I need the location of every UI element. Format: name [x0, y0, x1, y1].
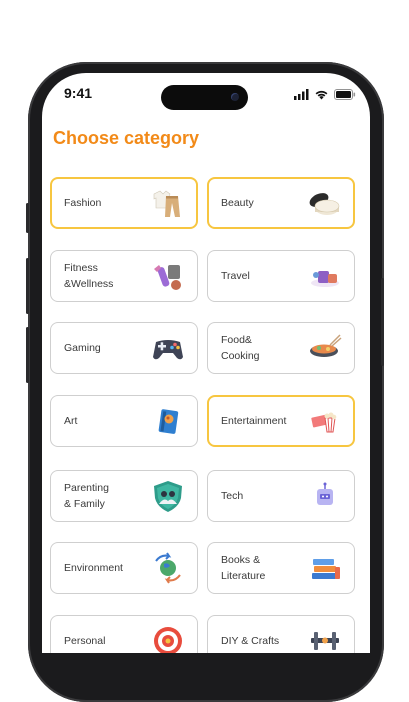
- category-card-books[interactable]: Books & Literature: [207, 542, 355, 594]
- category-card-travel[interactable]: Travel: [207, 250, 355, 302]
- category-card-diy[interactable]: DIY & Crafts: [207, 615, 355, 653]
- category-label: Art: [64, 415, 78, 427]
- category-card-fitness[interactable]: Fitness &Wellness: [50, 250, 198, 302]
- family-shield-icon: [154, 481, 182, 512]
- category-label: DIY & Crafts: [221, 635, 280, 647]
- clothes-icon: [153, 190, 180, 217]
- power-button: [381, 278, 384, 366]
- wifi-icon: [315, 90, 328, 100]
- category-label: Books & Literature: [221, 554, 266, 582]
- category-card-fashion[interactable]: Fashion: [50, 177, 198, 229]
- category-label: Fitness &Wellness: [64, 262, 114, 290]
- category-card-beauty[interactable]: Beauty: [207, 177, 355, 229]
- category-label: Environment: [64, 562, 123, 574]
- target-icon: [154, 627, 182, 653]
- cosmetics-jar-icon: [309, 193, 340, 215]
- category-label: Gaming: [64, 342, 101, 354]
- category-label: Personal: [64, 635, 106, 647]
- camera-icon: [231, 93, 239, 101]
- fitness-equipment-icon: [154, 265, 181, 290]
- status-icons: [294, 88, 356, 100]
- robot-icon: [317, 482, 333, 505]
- category-label: Fashion: [64, 197, 102, 209]
- gamepad-icon: [153, 340, 183, 360]
- page-title: Choose category: [53, 128, 200, 148]
- art-book-icon: [158, 409, 179, 434]
- category-card-parenting[interactable]: Parenting & Family: [50, 470, 198, 522]
- dynamic-island: [161, 85, 248, 110]
- travel-luggage-icon: [311, 271, 339, 287]
- category-card-environment[interactable]: Environment: [50, 542, 198, 594]
- food-bowl-icon: [310, 334, 342, 357]
- category-label: Parenting & Family: [64, 482, 109, 510]
- category-card-entertainment[interactable]: Entertainment: [207, 395, 355, 447]
- volume-down-button: [26, 327, 29, 383]
- earth-recycle-icon: [155, 552, 181, 584]
- books-stack-icon: [312, 559, 340, 579]
- category-card-personal[interactable]: Personal: [50, 615, 198, 653]
- signal-icon: [294, 89, 309, 100]
- category-label: Food& Cooking: [221, 334, 260, 362]
- popcorn-ticket-icon: [311, 412, 337, 433]
- category-label: Beauty: [221, 197, 254, 209]
- app-screen: 9:41 Choose category Fashion Beauty Fitn…: [42, 73, 370, 653]
- category-card-gaming[interactable]: Gaming: [50, 322, 198, 374]
- category-card-art[interactable]: Art: [50, 395, 198, 447]
- category-card-food[interactable]: Food& Cooking: [207, 322, 355, 374]
- volume-up-button: [26, 258, 29, 314]
- tools-icon: [311, 632, 339, 650]
- category-label: Tech: [221, 490, 244, 502]
- category-label: Entertainment: [221, 415, 287, 427]
- category-card-tech[interactable]: Tech: [207, 470, 355, 522]
- category-label: Travel: [221, 270, 250, 282]
- battery-icon: [334, 89, 356, 100]
- silent-switch: [26, 203, 29, 233]
- status-time: 9:41: [64, 85, 93, 101]
